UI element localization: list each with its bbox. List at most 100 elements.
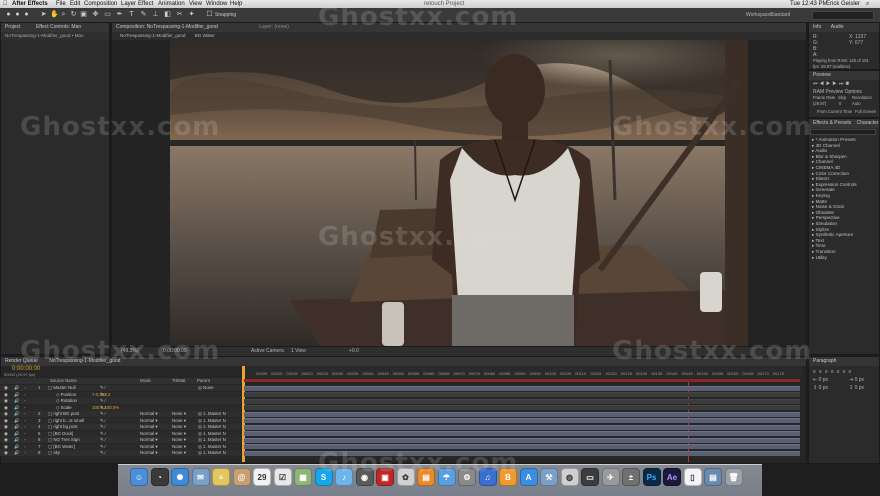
layer-switches[interactable]: ✎ ⁄ xyxy=(100,405,106,411)
layer-name[interactable]: ▢ right bg post xyxy=(48,424,78,430)
dock-downloads-icon[interactable]: ▤ xyxy=(704,468,722,486)
solo-icon[interactable]: ◦ xyxy=(24,418,26,424)
clock[interactable]: Tue 12:43 PM xyxy=(790,0,827,8)
layer-trkmat-select[interactable]: None ▾ xyxy=(172,437,186,443)
dock-calculator-icon[interactable]: ± xyxy=(622,468,640,486)
effects-category[interactable]: ▸ Keying xyxy=(812,193,830,198)
tab-paragraph[interactable]: Paragraph xyxy=(809,357,879,366)
visibility-eye-icon[interactable]: ◉ xyxy=(4,450,8,456)
visibility-eye-icon[interactable]: ◉ xyxy=(4,431,8,437)
effects-category[interactable]: ▸ Utility xyxy=(812,255,827,260)
tab-audio[interactable]: Audio xyxy=(831,24,844,30)
dock-after-effects-icon[interactable]: Ae xyxy=(663,468,681,486)
skip-value[interactable]: 0 xyxy=(839,101,841,107)
layer-name[interactable]: ▢ right BG post xyxy=(48,411,79,417)
dock-app-store-icon[interactable]: A xyxy=(519,468,538,486)
col-parent[interactable]: Parent xyxy=(197,378,210,384)
menu-help[interactable]: Help xyxy=(230,0,242,8)
full-screen-checkbox[interactable]: Full Screen xyxy=(855,109,876,115)
close-window-icon[interactable]: ● xyxy=(5,11,12,18)
layer-name[interactable]: ◇ Scale xyxy=(56,405,72,411)
layer-trkmat-select[interactable]: None ▾ xyxy=(172,411,186,417)
visibility-eye-icon[interactable]: ◉ xyxy=(4,385,8,391)
layer-duration-bar[interactable] xyxy=(244,411,800,417)
audio-icon[interactable]: 🔊 xyxy=(14,444,19,450)
dock-photos-icon[interactable]: ▦ xyxy=(294,468,312,486)
paragraph-align-buttons[interactable]: ≡≡≡≡≡≡≡ xyxy=(813,369,854,375)
layer-name[interactable]: ◇ Rotation xyxy=(56,398,77,404)
menu-view[interactable]: View xyxy=(189,0,202,8)
timeline-layer-row[interactable]: ◉ 🔊 ◦ 3 ▢ right b...st small ✎ ⁄ Normal ▾ None … xyxy=(0,417,241,424)
timeline-layer-row[interactable]: ◉ 🔊 ◦ 6 ▢ NO Tres Sign ✎ ⁄ Normal ▾ None ▾ ◎ 1. … xyxy=(0,437,241,443)
dock-mail-icon[interactable]: ✉ xyxy=(191,468,210,486)
audio-icon[interactable]: 🔊 xyxy=(14,424,19,430)
snapping-checkbox[interactable]: ☐ xyxy=(206,11,213,18)
dock-trash-icon[interactable]: 🗑 xyxy=(724,468,743,486)
frame-rate-select[interactable]: (29.97) xyxy=(813,101,826,107)
layer-mode-select[interactable]: Normal ▾ xyxy=(140,450,158,456)
layer-name[interactable]: ▢ [BG Water] xyxy=(48,444,75,450)
audio-icon[interactable]: 🔊 xyxy=(14,405,19,411)
layer-name[interactable]: ▢ sky xyxy=(48,450,60,456)
layer-mode-select[interactable]: Normal ▾ xyxy=(140,437,158,443)
effects-category[interactable]: ▸ Obsolete xyxy=(812,210,834,215)
layer-name[interactable]: ▢ NO Tres Sign xyxy=(48,437,80,443)
user-name[interactable]: Erick Geisler xyxy=(826,0,860,8)
audio-icon[interactable]: 🔊 xyxy=(14,437,19,443)
layer-parent-select[interactable]: ◎ 1. Master N xyxy=(198,418,226,424)
layer-name[interactable]: ▢ [BG Dock] xyxy=(48,431,73,437)
layer-switches[interactable]: ✎ ⁄ xyxy=(100,398,106,404)
work-area-bar[interactable] xyxy=(244,379,800,382)
layer-switches[interactable]: ✎ ⁄ xyxy=(100,437,106,443)
effects-category[interactable]: ▸ * Animation Presets xyxy=(812,137,856,142)
solo-icon[interactable]: ◦ xyxy=(24,424,26,430)
audio-icon[interactable]: 🔊 xyxy=(14,418,19,424)
rotate-tool-icon[interactable]: ↻ xyxy=(70,11,77,18)
tab-layer[interactable]: Layer: (none) xyxy=(259,24,289,30)
visibility-eye-icon[interactable]: ◉ xyxy=(4,444,8,450)
resolution-select[interactable]: Auto xyxy=(852,101,861,107)
timeline-layer-row[interactable]: ◉ 🔊 ◦ ◇ Rotation ✎ ⁄ xyxy=(0,398,241,404)
effects-category[interactable]: ▸ Expression Controls xyxy=(812,182,857,187)
layer-switches[interactable]: ✎ ⁄ xyxy=(100,424,106,430)
audio-icon[interactable]: 🔊 xyxy=(14,411,19,417)
solo-icon[interactable]: ◦ xyxy=(24,405,26,411)
dock-utilities-icon[interactable]: ⚒ xyxy=(540,468,558,486)
layer-duration-bar[interactable] xyxy=(244,418,800,423)
solo-icon[interactable]: ◦ xyxy=(24,431,26,437)
visibility-eye-icon[interactable]: ◉ xyxy=(4,424,8,430)
tab-effects-presets[interactable]: Effects & Presets xyxy=(813,120,851,126)
space-before-field[interactable]: ↥ 0 px xyxy=(813,385,828,391)
workspace-select[interactable]: Standard xyxy=(770,12,790,18)
layer-duration-bar[interactable] xyxy=(244,385,800,391)
layer-duration-bar[interactable] xyxy=(244,437,800,443)
dock-reminders-icon[interactable]: ☑ xyxy=(273,468,292,486)
menu-effect[interactable]: Effect xyxy=(138,0,153,8)
timeline-layer-row[interactable]: ◉ 🔊 ◦ ◇ Scale 100.0,100.0% ✎ ⁄ xyxy=(0,404,241,411)
brush-tool-icon[interactable]: ✎ xyxy=(140,11,147,18)
layer-parent-select[interactable]: ◎ 1. Master N xyxy=(198,450,226,456)
layer-parent-select[interactable]: ◎ 1. Master N xyxy=(198,444,226,450)
layer-trkmat-select[interactable]: None ▾ xyxy=(172,444,186,450)
visibility-eye-icon[interactable]: ◉ xyxy=(4,398,8,404)
layer-parent-select[interactable]: ◎ 1. Master N xyxy=(198,424,226,430)
space-after-field[interactable]: ↧ 0 px xyxy=(849,385,864,391)
eraser-tool-icon[interactable]: ◧ xyxy=(164,11,171,18)
roto-tool-icon[interactable]: ✂ xyxy=(176,11,183,18)
dock-finder-icon[interactable]: ☺ xyxy=(130,468,148,486)
layer-parent-select[interactable]: ◎ 1. Master N xyxy=(198,411,226,417)
indent-left-field[interactable]: ⇤ 0 px xyxy=(813,377,828,383)
layer-parent-select[interactable]: ◎ None xyxy=(198,385,214,391)
menu-layer[interactable]: Layer xyxy=(121,0,136,8)
composition-viewer[interactable] xyxy=(170,40,748,346)
puppet-tool-icon[interactable]: ✦ xyxy=(188,11,195,18)
effects-category[interactable]: ▸ Noise & Grain xyxy=(812,204,844,209)
audio-icon[interactable]: 🔊 xyxy=(14,450,19,456)
tab-preview[interactable]: Preview xyxy=(809,71,879,80)
timeline-layer-row[interactable]: ◉ 🔊 ◦ 4 ▢ right bg post ✎ ⁄ Normal ▾ None ▾ ◎ 1.… xyxy=(0,424,241,430)
timeline-layer-row[interactable]: ◉ 🔊 ◦ ◇ Position 7.0,293.2 ✎ ⁄ xyxy=(0,391,241,398)
menu-animation[interactable]: Animation xyxy=(158,0,185,8)
effects-category[interactable]: ▸ Simulation xyxy=(812,221,837,226)
layer-name[interactable]: ▢ Master Null xyxy=(48,385,76,391)
timeline-layer-row[interactable]: ◉ 🔊 ◦ 1 ▢ Master Null ✎ ⁄ ◎ None xyxy=(0,385,241,391)
